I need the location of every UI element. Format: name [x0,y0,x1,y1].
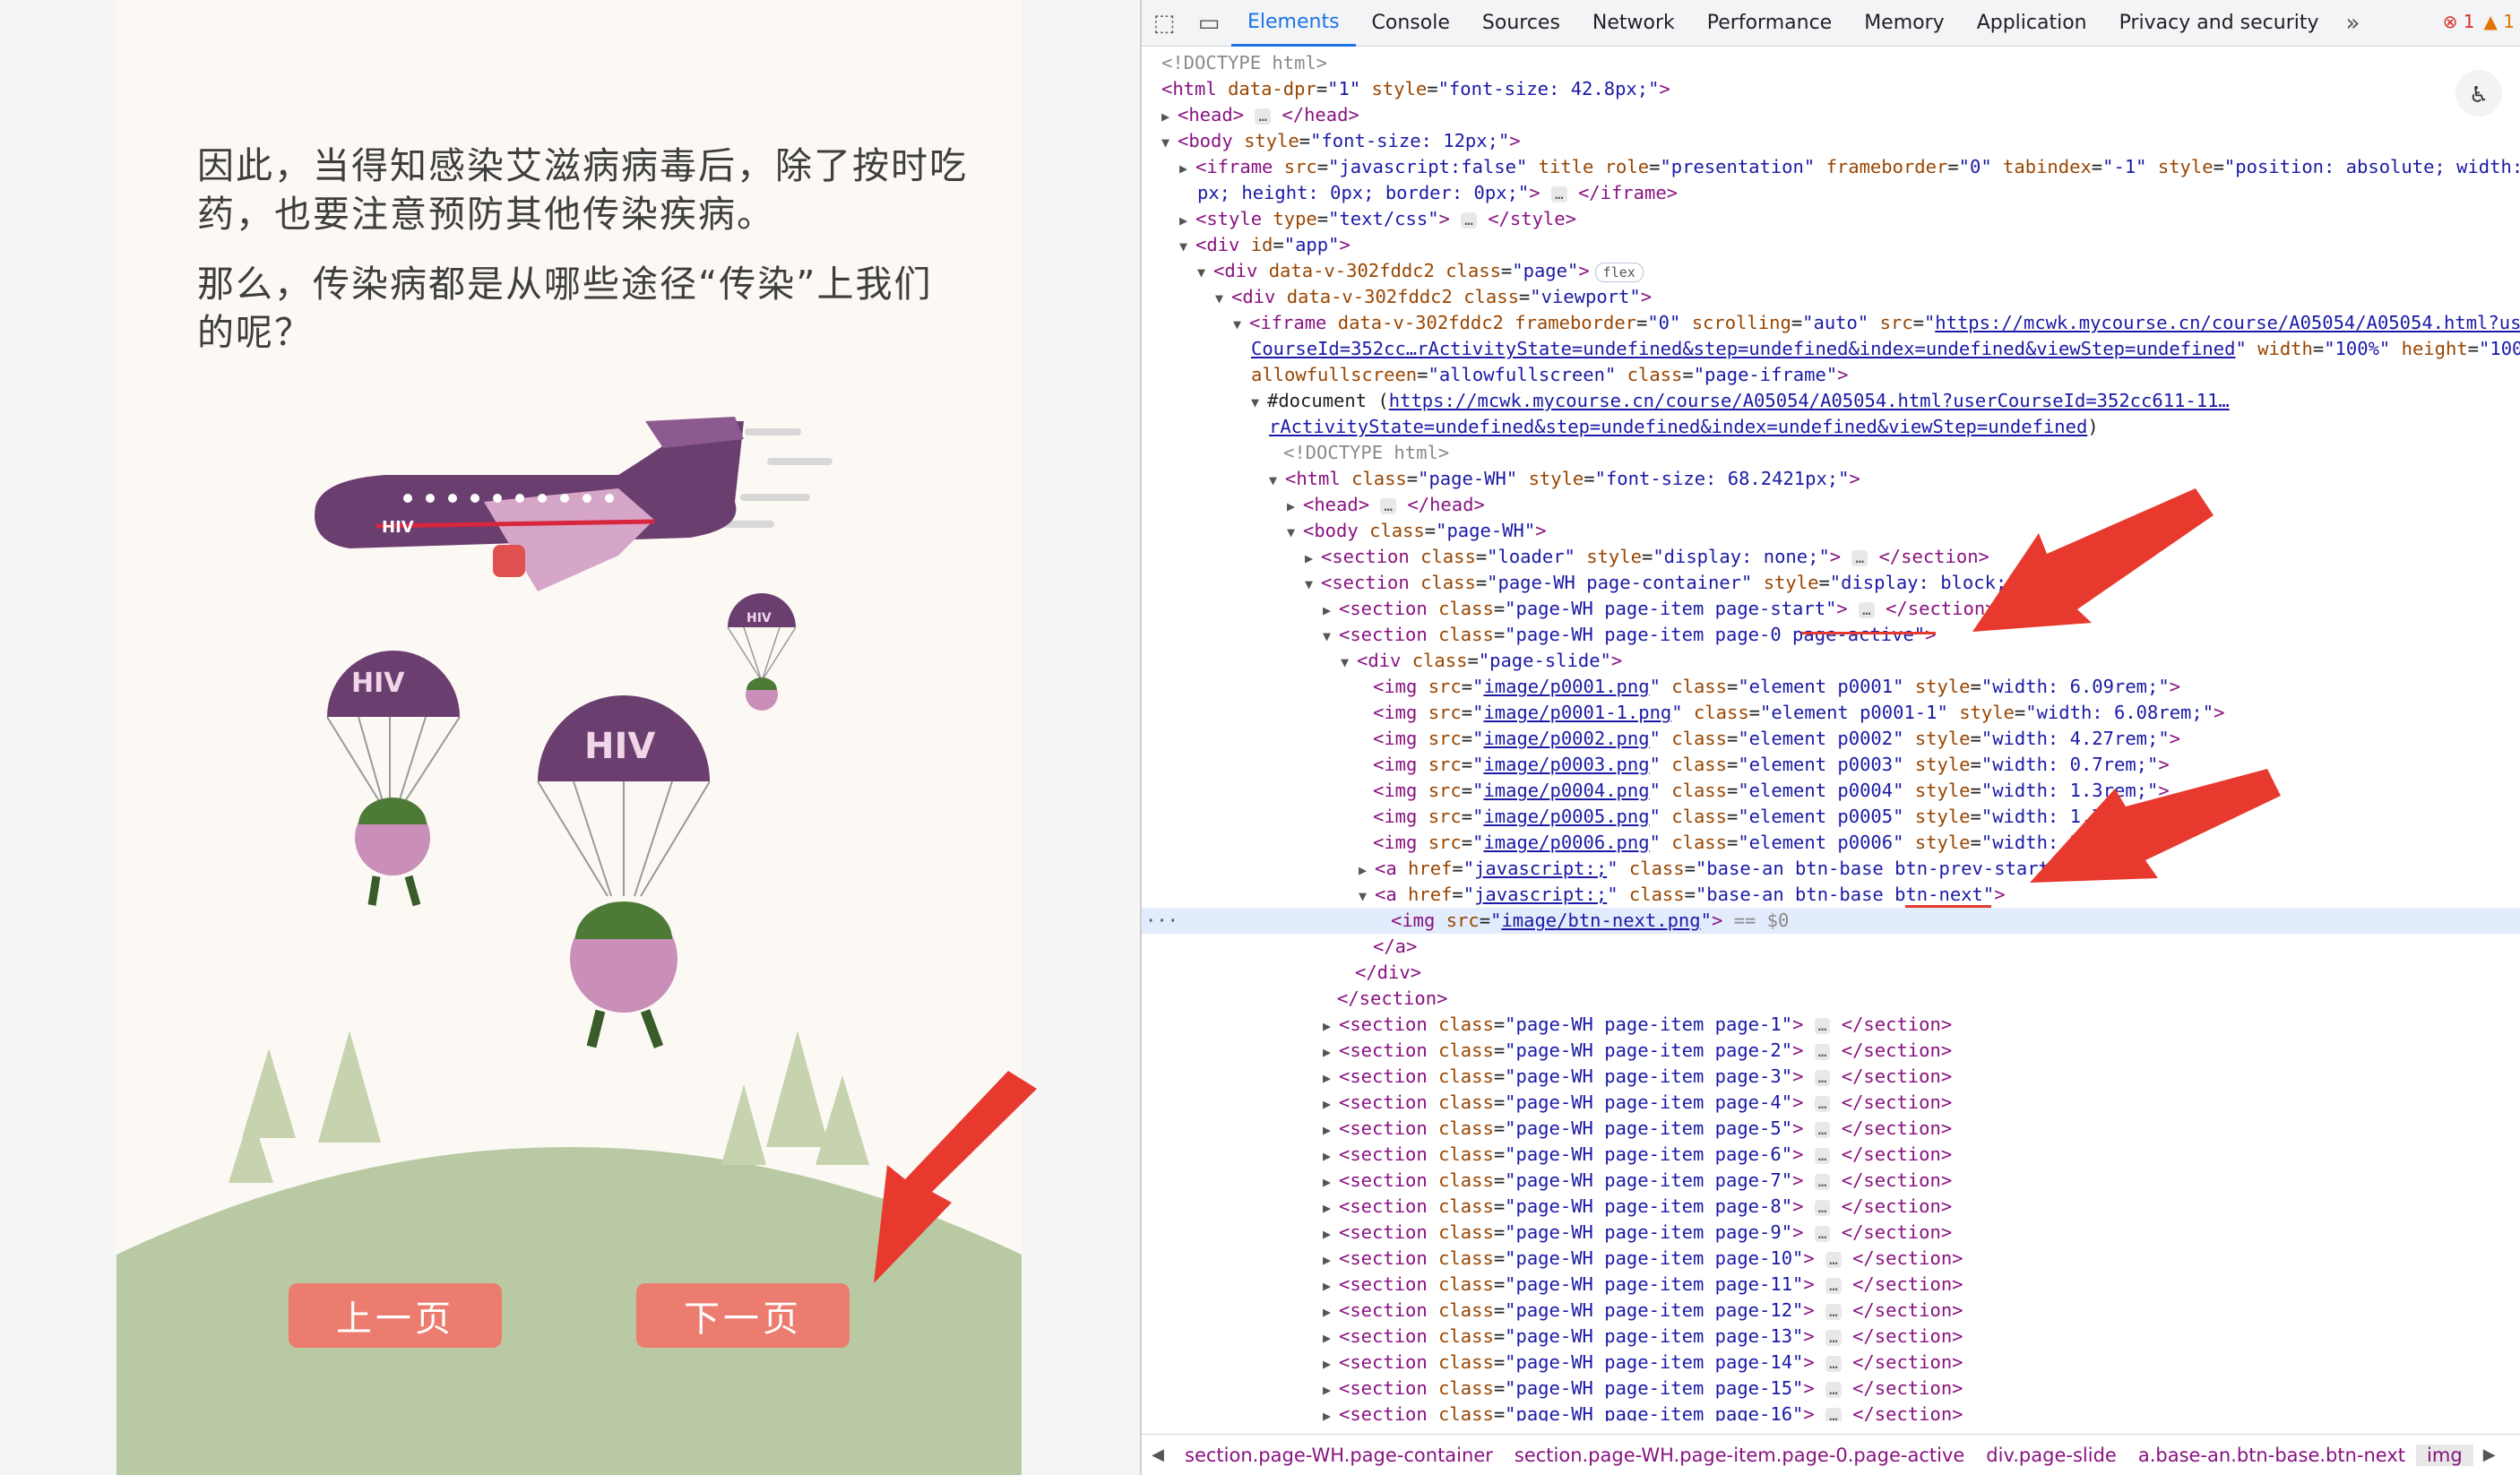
dom-node[interactable]: ▶ <section class="page-WH page-item page-… [1142,1116,2520,1142]
dom-node[interactable]: <img src="image/p0006.png" class="elemen… [1142,830,2520,856]
dom-node[interactable]: <img src="image/p0005.png" class="elemen… [1142,804,2520,830]
dom-node[interactable]: ▶ <style type="text/css"> … </style> [1142,206,2520,232]
dom-node[interactable]: ▶ <section class="page-WH page-item page-… [1142,1168,2520,1194]
dom-node[interactable]: <html data-dpr="1" style="font-size: 42.… [1142,76,2520,102]
dom-node[interactable]: ▼ <body style="font-size: 12px;"> [1142,128,2520,154]
prev-page-button[interactable]: 上一页 [289,1283,502,1348]
dom-node[interactable]: ▶ <section class="loader" style="display:… [1142,544,2520,570]
dom-node[interactable]: ▶ <section class="page-WH page-item page-… [1142,1194,2520,1220]
dom-node[interactable]: ▶ <section class="page-WH page-item page-… [1142,1220,2520,1246]
dom-node[interactable]: </section> [1142,986,2520,1012]
center-parachute-hiv-label: HIV [584,726,655,767]
dom-node[interactable]: ▶ <section class="page-WH page-item page-… [1142,1012,2520,1038]
device-toolbar-icon[interactable]: ▭ [1187,0,1231,47]
dom-node: rActivityState=undefined&step=undefined&… [1269,416,2099,437]
breadcrumb-right-arrow-icon[interactable]: ▶ [2473,1445,2506,1464]
breadcrumb-left-arrow-icon[interactable]: ◀ [1142,1445,1174,1464]
speed-lines [722,428,833,528]
tab-sources[interactable]: Sources [1466,0,1576,47]
dom-node[interactable]: ▶ <section class="page-WH page-item page-… [1142,1402,2520,1421]
devtools-tab-bar: ⬚ ▭ Elements Console Sources Network Per… [1142,0,2520,47]
dom-node[interactable]: ▼ <a href="javascript:;" class="base-an b… [1142,882,2520,908]
dom-node[interactable]: ▶ <section class="page-WH page-item page-… [1142,1246,2520,1272]
airplane [315,417,744,591]
breadcrumb-item[interactable]: a.base-an.btn-base.btn-next [2127,1445,2416,1466]
dom-tree: <!DOCTYPE html> <html data-dpr="1" style… [1142,50,2520,1421]
tab-application[interactable]: Application [1961,0,2103,47]
plane-hiv-label: HIV [382,518,414,537]
dom-node[interactable]: ▼ <body class="page-WH"> [1142,518,2520,544]
dom-node[interactable]: ▼ <section class="page-WH page-container"… [1142,570,2520,596]
dom-node[interactable]: ▶ <section class="page-WH page-item page-… [1142,1038,2520,1064]
breadcrumb-item-current[interactable]: img [2416,1444,2473,1466]
dom-node[interactable]: <img src="image/p0001.png" class="elemen… [1142,674,2520,700]
dom-node[interactable]: ▼ <div data-v-302fddc2 class="page"> flex [1142,258,2520,284]
dom-node[interactable]: ▶ <section class="page-WH page-item page-… [1142,1376,2520,1402]
dom-node[interactable]: ▶ <section class="page-WH page-item page-… [1142,1298,2520,1324]
left-parachute-hiv-label: HIV [351,668,405,699]
dom-node[interactable]: <img src="image/p0002.png" class="elemen… [1142,726,2520,752]
dom-node-selected[interactable]: ··· <img src="image/btn-next.png"> == $0 [1142,908,2520,934]
inspect-element-icon[interactable]: ⬚ [1142,0,1187,47]
dom-node[interactable]: ▶ <section class="page-WH page-item page-… [1142,1142,2520,1168]
dom-node[interactable]: </a> [1142,934,2520,960]
dom-node[interactable]: ▶ <a href="javascript:;" class="base-an b… [1142,856,2520,882]
dom-node[interactable]: <img src="image/p0001-1.png" class="elem… [1142,700,2520,726]
warning-counter[interactable]: ▲ 1 [2484,11,2515,32]
dom-node: CourseId=352cc…rActivityState=undefined&… [1251,338,2520,359]
course-page: 因此，当得知感染艾滋病病毒后，除了按时吃药，也要注意预防其他传染疾病。 那么，传… [117,0,1022,1475]
breadcrumb-item[interactable]: div.page-slide [1975,1445,2127,1466]
breadcrumb-item[interactable]: section.page-WH.page-item.page-0.page-ac… [1504,1445,1975,1466]
breadcrumb-bar: ◀ section.page-WH.page-container section… [1142,1434,2520,1475]
dom-node[interactable]: ▼ <div data-v-302fddc2 class="viewport"> [1142,284,2520,310]
tab-console[interactable]: Console [1356,0,1466,47]
warning-count: 1 [2503,11,2515,32]
dom-node: allowfullscreen="allowfullscreen" class=… [1251,364,1849,385]
dom-node[interactable]: ▶ <head> … </head> [1142,492,2520,518]
small-parachute-hiv-label: HIV [747,611,772,625]
dom-node[interactable]: ▶ <section class="page-WH page-item page-… [1142,1064,2520,1090]
dom-node[interactable]: </div> [1142,960,2520,986]
next-page-button[interactable]: 下一页 [636,1283,850,1348]
more-tabs-icon[interactable]: » [2335,10,2371,37]
dom-node[interactable]: ▼ <div class="page-slide"> [1142,648,2520,674]
dom-node[interactable]: ▶ <section class="page-WH page-item page-… [1142,596,2520,622]
issue-counters[interactable]: ⊗ 1 ▲ 1 [2443,11,2515,32]
tab-performance[interactable]: Performance [1691,0,1848,47]
error-counter[interactable]: ⊗ 1 [2443,11,2475,32]
flex-badge[interactable]: flex [1594,263,1644,282]
dom-node[interactable]: ▶ <section class="page-WH page-item page-… [1142,1350,2520,1376]
devtools-panel: ⬚ ▭ Elements Console Sources Network Per… [1140,0,2520,1475]
tab-memory[interactable]: Memory [1848,0,1960,47]
dom-node[interactable]: ▶ <section class="page-WH page-item page-… [1142,1324,2520,1350]
course-page-viewport: 因此，当得知感染艾滋病病毒后，除了按时吃药，也要注意预防其他传染疾病。 那么，传… [0,0,1140,1475]
dom-node: px; height: 0px; border: 0px;"> … </ifra… [1197,182,1679,203]
tab-privacy-security[interactable]: Privacy and security [2103,0,2335,47]
tab-network[interactable]: Network [1576,0,1691,47]
error-count: 1 [2463,11,2475,32]
dom-node[interactable]: <!DOCTYPE html> [1142,50,2520,76]
dom-node[interactable]: ▶ <iframe src="javascript:false" title ro… [1142,154,2520,180]
hill [117,1147,1022,1475]
dom-node[interactable]: ▶ <section class="page-WH page-item page-… [1142,1272,2520,1298]
dom-node[interactable]: <!DOCTYPE html> [1142,440,2520,466]
dom-node[interactable]: ▶ <head> … </head> [1142,102,2520,128]
dom-node[interactable]: ▼ #document (https://mcwk.mycourse.cn/cou… [1142,388,2520,414]
dom-node[interactable]: ▶ <section class="page-WH page-item page-… [1142,1090,2520,1116]
dom-node[interactable]: <img src="image/p0004.png" class="elemen… [1142,778,2520,804]
dom-node[interactable]: ▼ <html class="page-WH" style="font-size:… [1142,466,2520,492]
illustration: HIV HIV HIV HIV [117,417,1022,1475]
tab-elements[interactable]: Elements [1231,0,1356,47]
dom-node[interactable]: ▼ <iframe data-v-302fddc2 frameborder="0"… [1142,310,2520,336]
page-active-underline [1801,632,1936,634]
dom-node[interactable]: ▼ <div id="app"> [1142,232,2520,258]
btn-next-underline [1905,905,1991,908]
breadcrumb-item[interactable]: section.page-WH.page-container [1174,1445,1504,1466]
dom-node[interactable]: <img src="image/p0003.png" class="elemen… [1142,752,2520,778]
dom-node[interactable]: ▼ <section class="page-WH page-item page-… [1142,622,2520,648]
